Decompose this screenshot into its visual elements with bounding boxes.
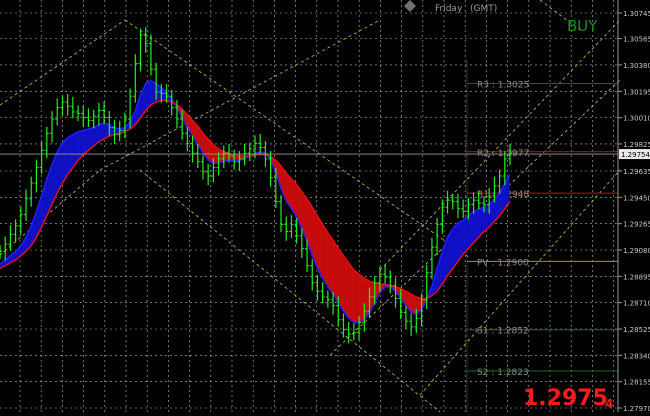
axis-tick-label: 1.28710 [623,300,650,308]
axis-tick-label: 1.27970 [623,405,650,412]
axis-tick-label: 1.29450 [623,194,650,202]
level-label-s1: S1 : 1.2852 [477,327,529,337]
axis-tick-label: 1.30195 [623,88,650,96]
level-label-s2: S2 : 1.2823 [477,368,529,378]
axis-tick-label: 1.30565 [623,36,650,44]
day-label: Friday [435,4,463,14]
axis-tick-label: 1.30380 [623,62,650,70]
timezone-label: (GMT) [470,4,497,14]
axis-tick-label: 1.28155 [623,379,650,387]
price-display: 1.2975 4 [523,386,613,411]
axis-tick-label: 1.30745 [623,10,650,18]
axis-tick-label: 1.29265 [623,221,650,229]
axis-tick-label: 1.28895 [623,273,650,281]
axis-tick-label: 1.29080 [623,247,650,255]
price-display-sub: 4 [605,397,613,411]
axis-tick-label: 1.29825 [623,141,650,149]
axis-tick-label: 1.30010 [623,115,650,123]
current-price-tag-label: 1.29754 [621,151,650,159]
price-chart[interactable]: R3 : 1.3025R2 : 1.2977R1 : 1.2948PV : 1.… [0,0,650,413]
level-label-pv: PV : 1.2900 [477,258,529,268]
signal-label: BUY [567,17,598,35]
axis-tick-label: 1.29635 [623,168,650,176]
axis-tick-label: 1.28340 [623,352,650,360]
level-label-r3: R3 : 1.3025 [477,80,529,90]
price-display-main: 1.2975 [523,386,608,411]
chart-background [0,0,650,412]
axis-tick-label: 1.28525 [623,326,650,334]
trading-chart-window[interactable]: R3 : 1.3025 R2 : 1.2977 R1 : 1.2948 PV : 1.… [0,0,650,413]
